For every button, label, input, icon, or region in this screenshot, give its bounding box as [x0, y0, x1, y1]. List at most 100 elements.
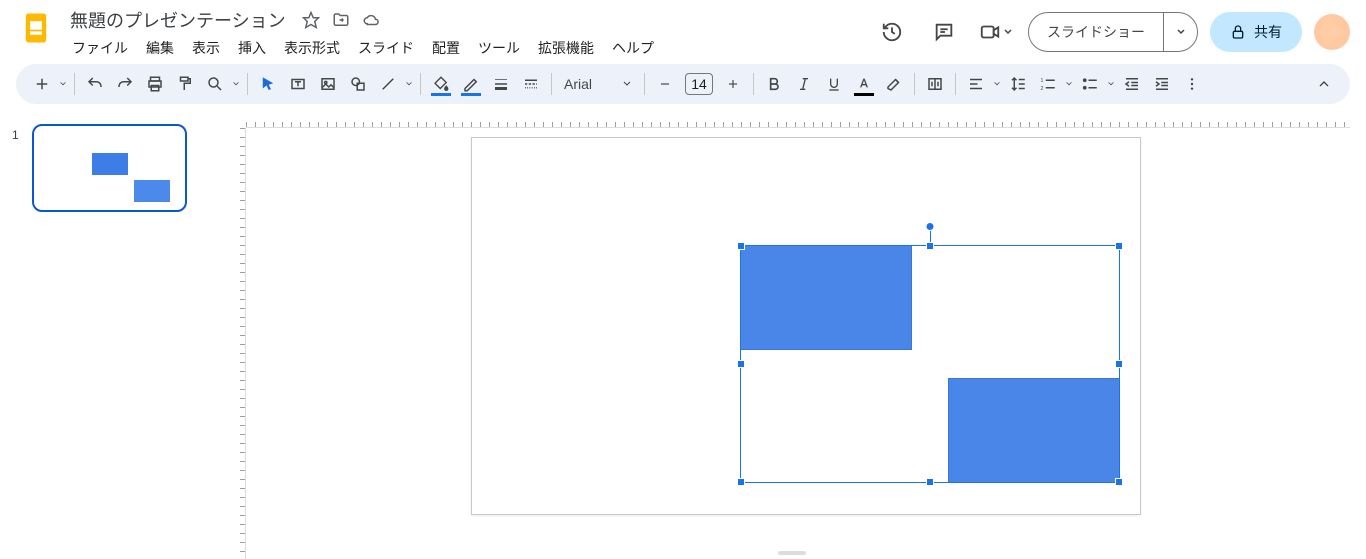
- resize-handle-w[interactable]: [737, 360, 745, 368]
- bulleted-list-dropdown[interactable]: [1106, 80, 1116, 88]
- menu-arrange[interactable]: 配置: [424, 34, 468, 62]
- comments-icon[interactable]: [924, 12, 964, 52]
- textbox-button[interactable]: [284, 70, 312, 98]
- undo-button[interactable]: [81, 70, 109, 98]
- svg-text:2: 2: [1041, 86, 1044, 92]
- menu-file[interactable]: ファイル: [64, 34, 136, 62]
- resize-handle-e[interactable]: [1115, 360, 1123, 368]
- menu-edit[interactable]: 編集: [138, 34, 182, 62]
- resize-handle-ne[interactable]: [1115, 242, 1123, 250]
- zoom-dropdown[interactable]: [231, 80, 241, 88]
- move-folder-icon[interactable]: [332, 11, 350, 29]
- slideshow-dropdown[interactable]: [1163, 13, 1197, 51]
- zoom-button[interactable]: [201, 70, 229, 98]
- fill-color-button[interactable]: [427, 70, 455, 98]
- vertical-ruler[interactable]: [230, 128, 246, 559]
- font-size-increase[interactable]: [719, 70, 747, 98]
- align-dropdown[interactable]: [992, 80, 1002, 88]
- speaker-notes-handle[interactable]: [778, 551, 806, 555]
- print-button[interactable]: [141, 70, 169, 98]
- font-size-decrease[interactable]: [651, 70, 679, 98]
- resize-handle-se[interactable]: [1115, 478, 1123, 486]
- menu-insert[interactable]: 挿入: [230, 34, 274, 62]
- underline-button[interactable]: [820, 70, 848, 98]
- border-weight-button[interactable]: [487, 70, 515, 98]
- horizontal-ruler[interactable]: [246, 112, 1350, 128]
- resize-handle-sw[interactable]: [737, 478, 745, 486]
- separator: [914, 73, 915, 95]
- menu-help[interactable]: ヘルプ: [604, 34, 662, 62]
- line-dropdown[interactable]: [404, 80, 414, 88]
- slide-thumbnail[interactable]: [32, 124, 187, 212]
- slide-canvas[interactable]: [472, 138, 1140, 514]
- workspace: 1: [0, 112, 1366, 559]
- border-color-button[interactable]: [457, 70, 485, 98]
- resize-handle-nw[interactable]: [737, 242, 745, 250]
- align-button[interactable]: [962, 70, 990, 98]
- more-options-button[interactable]: [1178, 70, 1206, 98]
- slide-number: 1: [12, 124, 24, 212]
- separator: [551, 73, 552, 95]
- resize-handle-s[interactable]: [926, 478, 934, 486]
- insert-link-button[interactable]: [921, 70, 949, 98]
- separator: [420, 73, 421, 95]
- italic-button[interactable]: [790, 70, 818, 98]
- bold-button[interactable]: [760, 70, 788, 98]
- font-size-group: [651, 70, 747, 98]
- slide-thumbnail-row[interactable]: 1: [12, 124, 218, 212]
- paint-format-button[interactable]: [171, 70, 199, 98]
- header-bar: 無題のプレゼンテーション ファイル 編集 表示 挿入 表示形式 スライド 配置 …: [0, 0, 1366, 64]
- numbered-list-button[interactable]: 12: [1034, 70, 1062, 98]
- bulleted-list-button[interactable]: [1076, 70, 1104, 98]
- share-label: 共有: [1254, 22, 1282, 42]
- separator: [753, 73, 754, 95]
- separator: [644, 73, 645, 95]
- new-slide-dropdown[interactable]: [58, 80, 68, 88]
- new-slide-button[interactable]: [28, 70, 56, 98]
- canvas-area[interactable]: [218, 112, 1366, 559]
- slideshow-button[interactable]: スライドショー: [1029, 13, 1163, 51]
- slideshow-button-group: スライドショー: [1028, 12, 1198, 52]
- resize-handle-n[interactable]: [926, 242, 934, 250]
- thumbnail-shape: [92, 153, 128, 175]
- menu-tools[interactable]: ツール: [470, 34, 528, 62]
- font-family-selector[interactable]: Arial: [558, 76, 638, 92]
- menu-format[interactable]: 表示形式: [276, 34, 348, 62]
- highlight-color-button[interactable]: [880, 70, 908, 98]
- border-dash-button[interactable]: [517, 70, 545, 98]
- lock-icon: [1230, 24, 1246, 40]
- star-icon[interactable]: [302, 11, 320, 29]
- font-size-input[interactable]: [685, 73, 713, 95]
- history-icon[interactable]: [872, 12, 912, 52]
- chevron-down-icon: [622, 79, 632, 89]
- increase-indent-button[interactable]: [1148, 70, 1176, 98]
- line-spacing-button[interactable]: [1004, 70, 1032, 98]
- document-title[interactable]: 無題のプレゼンテーション: [64, 6, 292, 34]
- redo-button[interactable]: [111, 70, 139, 98]
- separator: [955, 73, 956, 95]
- numbered-list-dropdown[interactable]: [1064, 80, 1074, 88]
- rotation-handle[interactable]: [926, 222, 935, 231]
- collapse-toolbar-button[interactable]: [1310, 70, 1338, 98]
- meet-button[interactable]: [976, 12, 1016, 52]
- menu-slide[interactable]: スライド: [350, 34, 422, 62]
- font-family-label: Arial: [564, 76, 592, 92]
- separator: [74, 73, 75, 95]
- decrease-indent-button[interactable]: [1118, 70, 1146, 98]
- selection-box[interactable]: [740, 245, 1120, 483]
- account-avatar[interactable]: [1314, 14, 1350, 50]
- toolbar: Arial 12: [16, 64, 1350, 104]
- text-color-button[interactable]: [850, 70, 878, 98]
- thumbnail-shape: [134, 180, 170, 202]
- cloud-status-icon[interactable]: [362, 11, 380, 29]
- image-button[interactable]: [314, 70, 342, 98]
- menu-view[interactable]: 表示: [184, 34, 228, 62]
- filmstrip-panel[interactable]: 1: [0, 112, 218, 559]
- share-button[interactable]: 共有: [1210, 12, 1302, 52]
- select-tool[interactable]: [254, 70, 282, 98]
- separator: [247, 73, 248, 95]
- shape-button[interactable]: [344, 70, 372, 98]
- line-button[interactable]: [374, 70, 402, 98]
- app-logo[interactable]: [16, 8, 56, 48]
- menu-extensions[interactable]: 拡張機能: [530, 34, 602, 62]
